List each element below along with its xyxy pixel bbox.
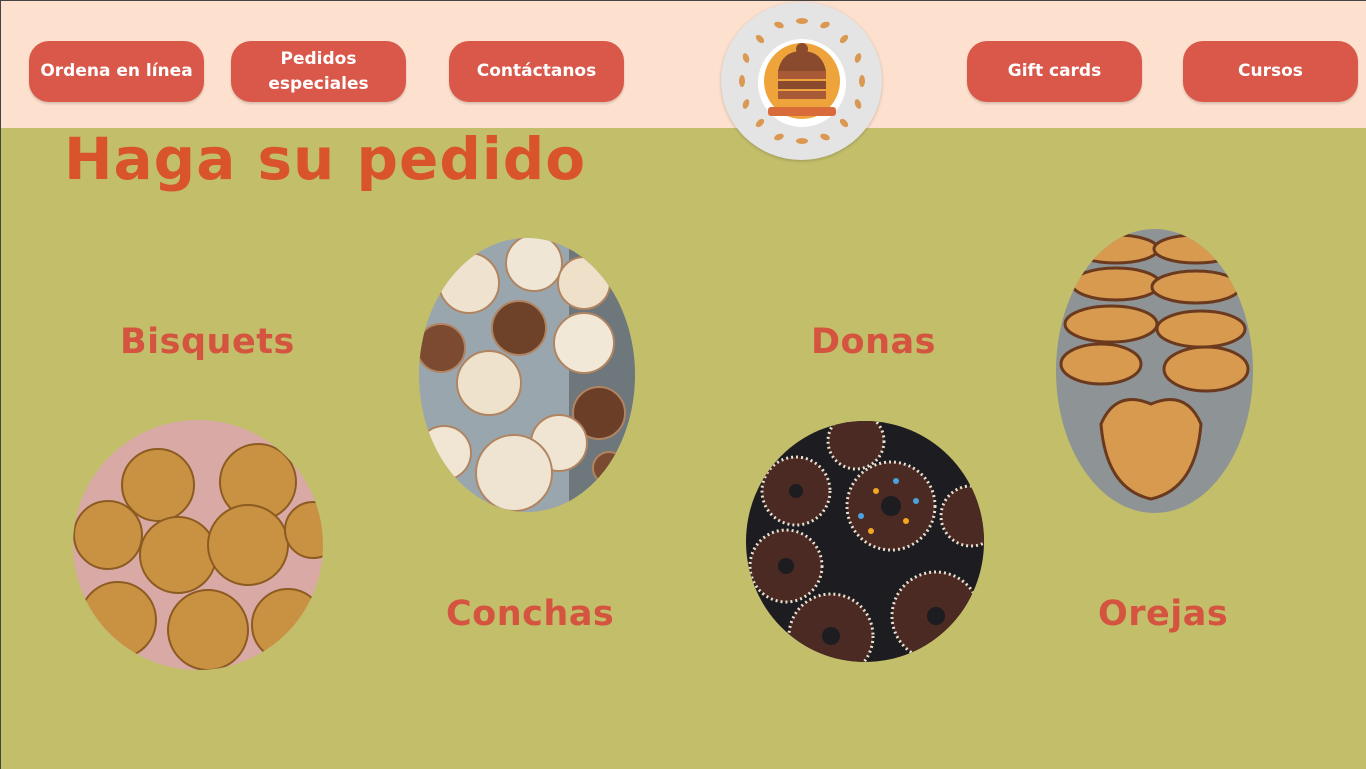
category-label-bisquets[interactable]: Bisquets	[120, 322, 295, 362]
site-header: Ordena en línea Pedidos especiales Contá…	[0, 0, 1366, 128]
ordena-en-linea-button[interactable]: Ordena en línea	[29, 41, 204, 102]
cursos-label: Cursos	[1238, 61, 1303, 82]
contactanos-button[interactable]: Contáctanos	[449, 41, 624, 102]
ordena-label: Ordena en línea	[40, 61, 193, 82]
donas-photo[interactable]	[746, 421, 984, 662]
pedidos-label: Pedidos especiales	[268, 48, 369, 94]
logo-graphic	[738, 18, 865, 144]
bisquets-photo[interactable]	[73, 420, 323, 670]
orejas-photo[interactable]	[1056, 229, 1253, 513]
conchas-photo[interactable]	[419, 238, 635, 512]
contacto-label: Contáctanos	[476, 61, 597, 82]
giftcards-label: Gift cards	[1007, 61, 1102, 82]
category-label-conchas[interactable]: Conchas	[446, 594, 614, 634]
cursos-button[interactable]: Cursos	[1183, 41, 1358, 102]
page-title: Haga su pedido	[64, 125, 587, 193]
pedidos-especiales-button[interactable]: Pedidos especiales	[231, 41, 406, 102]
category-label-orejas[interactable]: Orejas	[1098, 594, 1228, 634]
gift-cards-button[interactable]: Gift cards	[967, 41, 1142, 102]
category-label-donas[interactable]: Donas	[811, 322, 936, 362]
bakery-logo-icon[interactable]	[721, 2, 882, 160]
